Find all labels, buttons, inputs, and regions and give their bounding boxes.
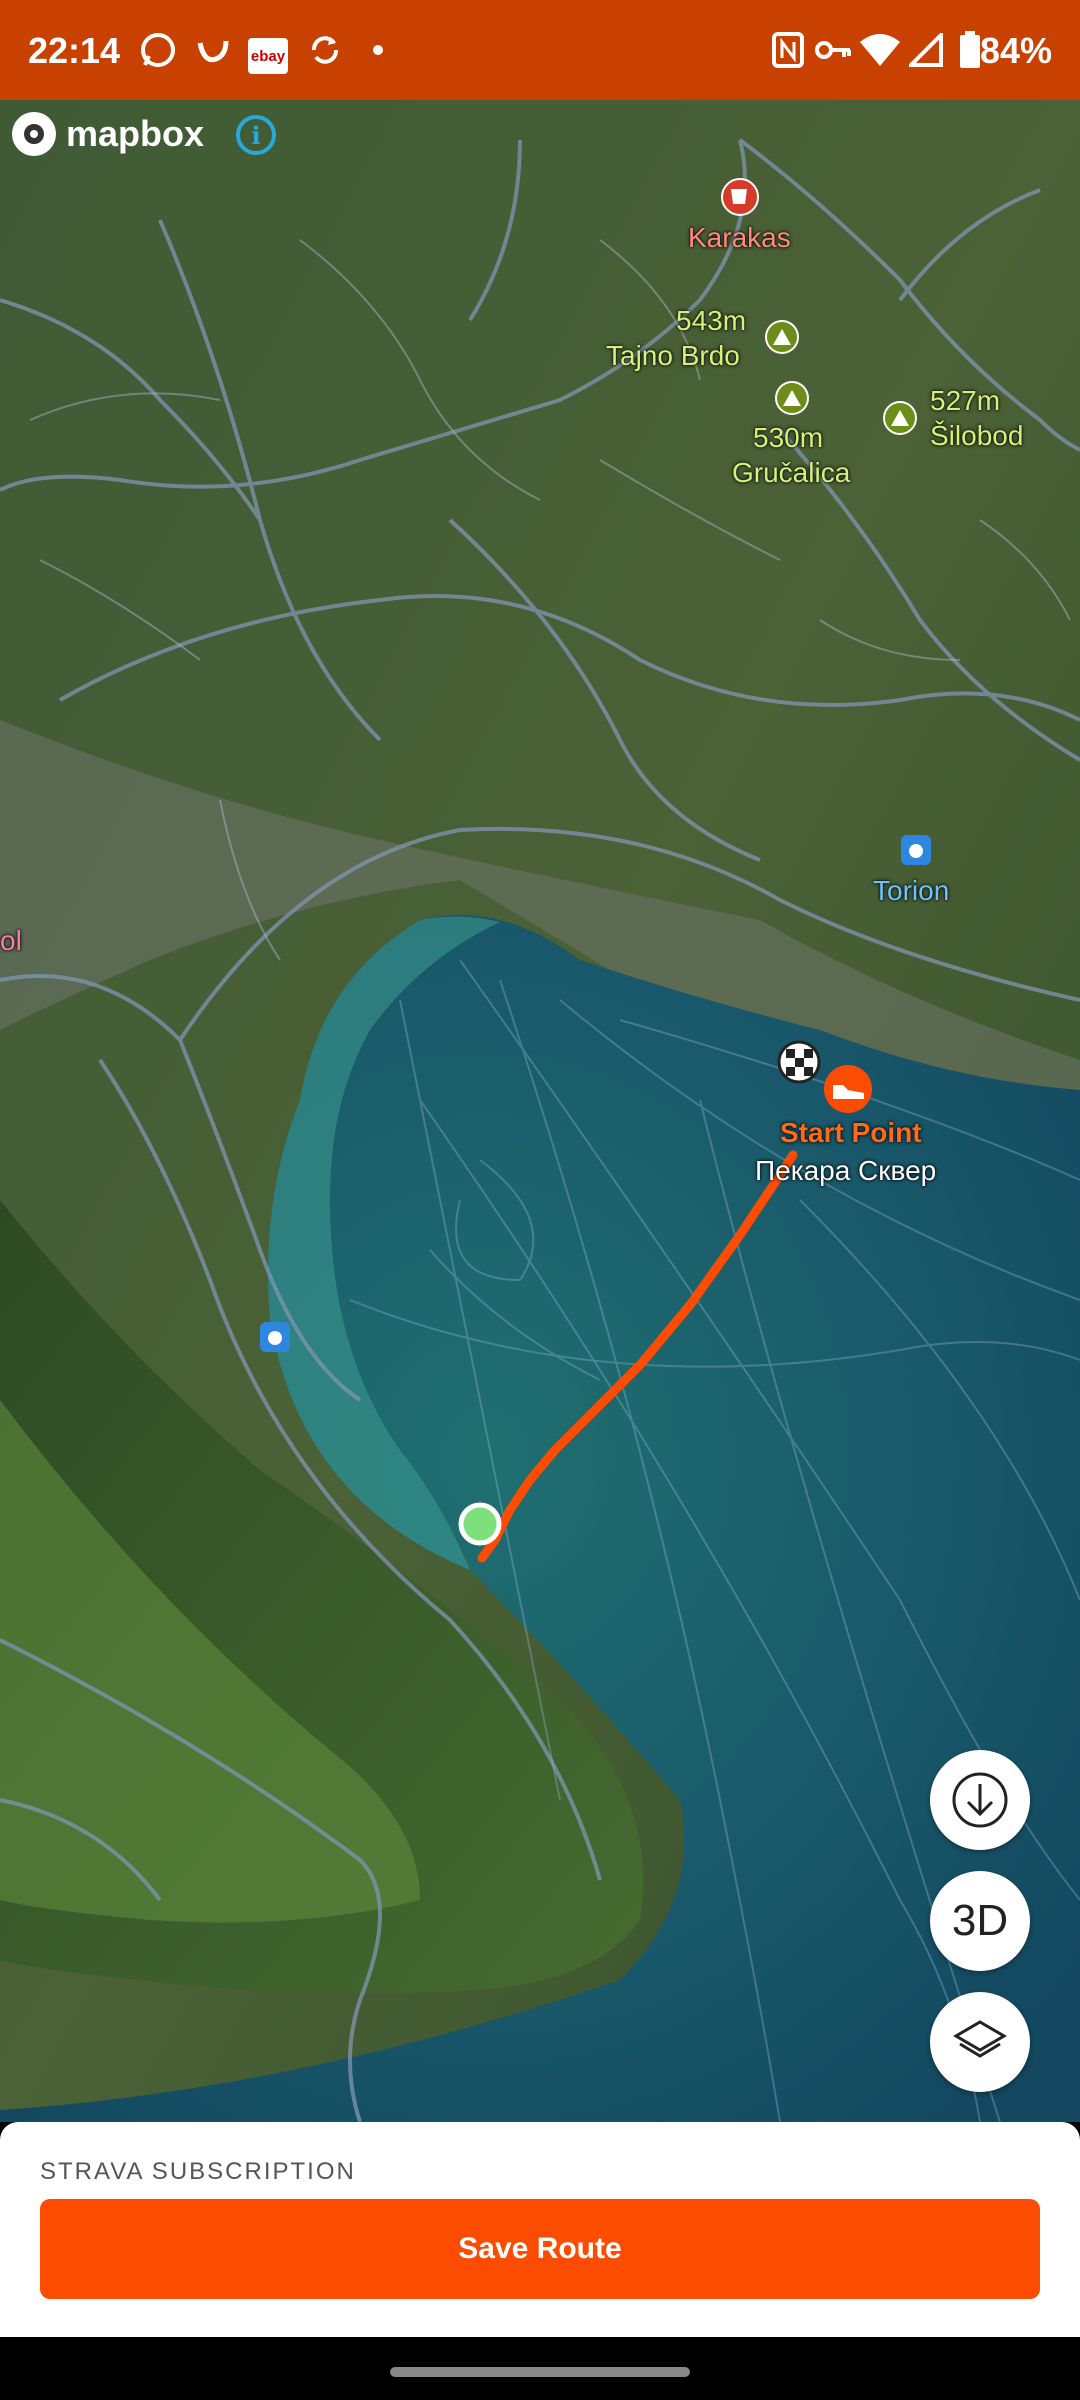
battery-percentage: 84%	[979, 30, 1052, 71]
system-nav-bar	[0, 2337, 1080, 2400]
key-icon	[814, 30, 854, 70]
poi-label-torion[interactable]: Torion	[873, 875, 949, 907]
wifi-icon	[858, 30, 902, 70]
battery-icon	[958, 30, 982, 70]
peak-label-silobod[interactable]: Šilobod	[930, 420, 1023, 452]
home-indicator[interactable]	[390, 2367, 690, 2377]
vpn-app-icon	[193, 30, 233, 70]
poi-label-partial: ol	[0, 925, 22, 956]
satellite-map	[0, 100, 1080, 2122]
dot-icon	[370, 30, 386, 70]
sync-icon	[305, 30, 345, 70]
download-button[interactable]	[930, 1750, 1030, 1850]
signal-icon	[908, 30, 944, 70]
info-icon[interactable]: i	[236, 115, 276, 155]
peak-label-tajno-brdo[interactable]: Tajno Brdo	[606, 340, 740, 372]
ebay-icon: ebay	[248, 38, 288, 74]
3d-toggle-button[interactable]: 3D	[930, 1871, 1030, 1971]
mapbox-wordmark: mapbox	[66, 113, 205, 154]
peak-elevation-3: 527m	[930, 385, 1001, 416]
start-marker	[458, 1502, 502, 1546]
whatsapp-icon	[138, 30, 178, 70]
start-point-label[interactable]: Start Point	[780, 1117, 922, 1149]
status-time: 22:14	[28, 30, 121, 71]
finish-marker	[777, 1040, 821, 1084]
peak-elevation-2: 530m	[753, 422, 824, 453]
start-place-label: Пекара Сквер	[755, 1155, 937, 1186]
mapbox-logo: mapbox	[12, 112, 204, 156]
status-bar: 22:14 ebay 84%	[0, 0, 1080, 100]
layers-icon	[953, 2020, 1007, 2058]
nfc-icon	[770, 30, 806, 70]
download-icon	[952, 1772, 1008, 1828]
save-route-button[interactable]: Save Route	[40, 2199, 1040, 2299]
peak-label-grucalica[interactable]: Gručalica	[732, 457, 850, 489]
subscription-caption: STRAVA SUBSCRIPTION	[40, 2158, 356, 2185]
mapbox-icon	[12, 112, 56, 156]
layers-button[interactable]	[930, 1992, 1030, 2092]
bottom-sheet: STRAVA SUBSCRIPTION Save Route	[0, 2122, 1080, 2337]
map-view[interactable]	[0, 100, 1080, 2122]
poi-label-karakas[interactable]: Karakas	[688, 222, 791, 254]
peak-elevation-1: 543m	[676, 305, 747, 336]
